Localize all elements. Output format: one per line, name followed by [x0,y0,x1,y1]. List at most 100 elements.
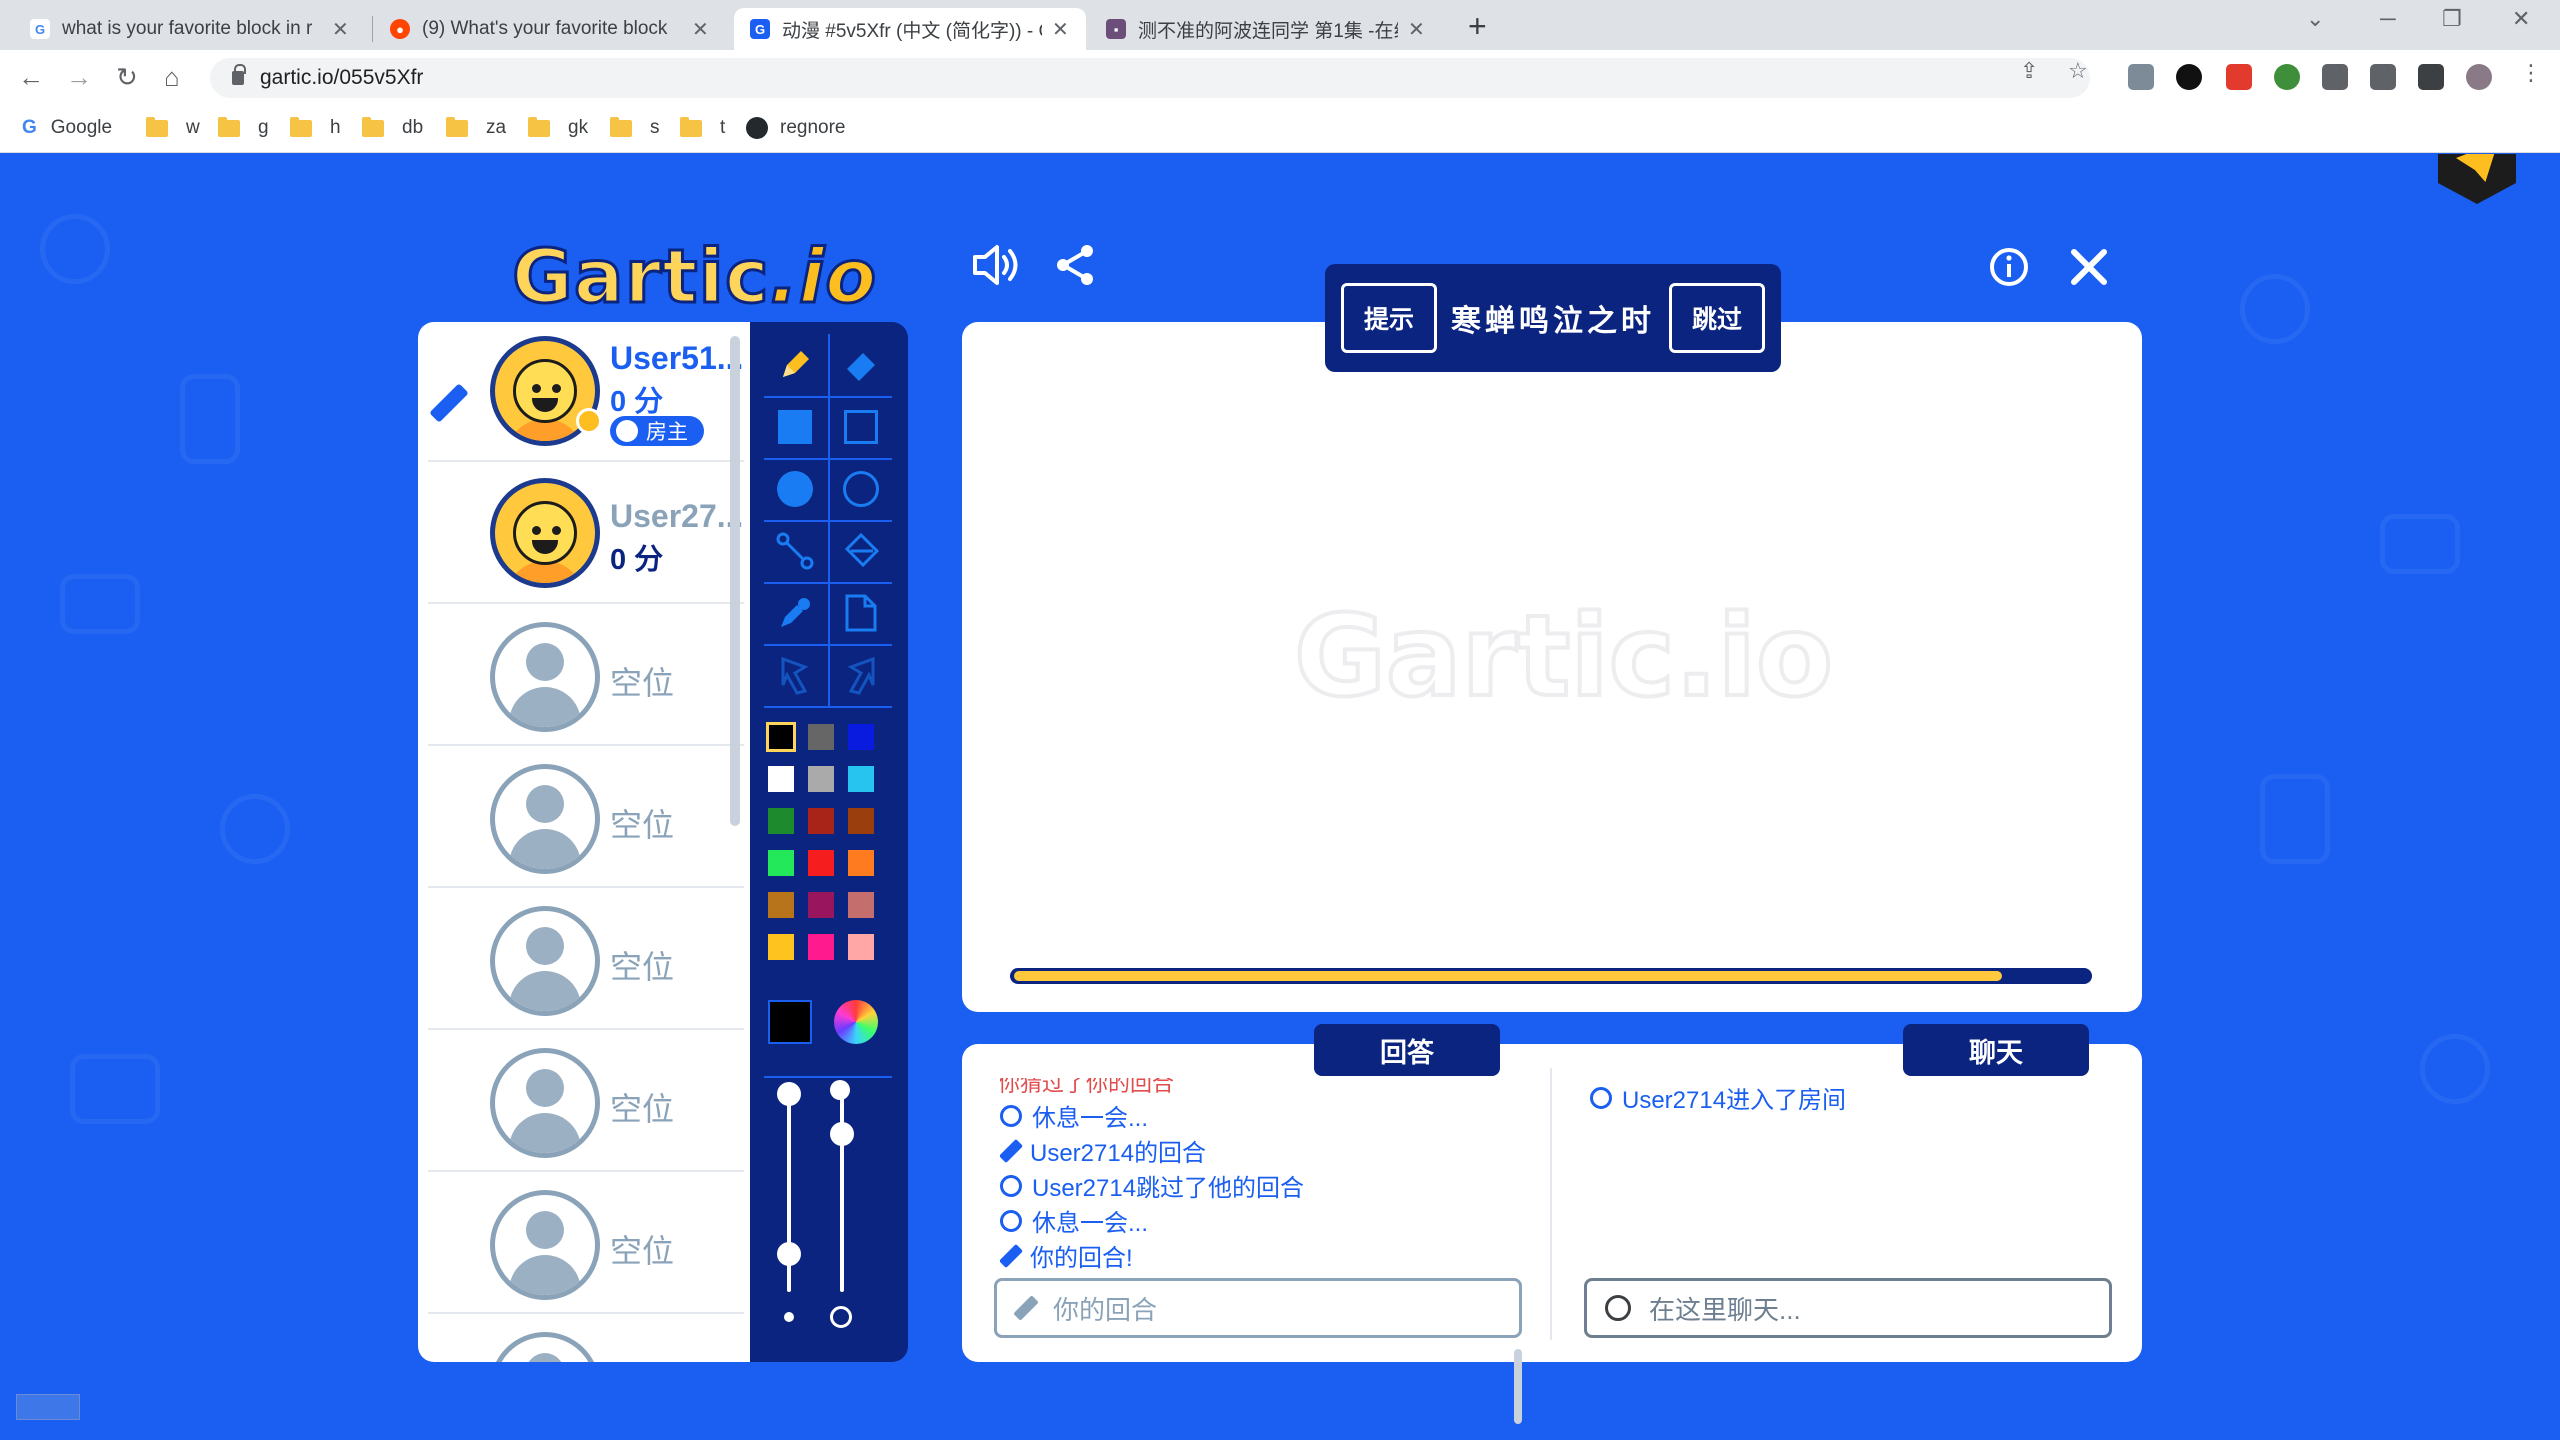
profile-avatar[interactable] [2466,64,2492,90]
player-row[interactable]: User51... 0 分 房主 [428,322,744,462]
color-wheel-icon[interactable] [834,1000,878,1044]
reload-icon[interactable]: ↻ [116,62,138,93]
answer-log-scrollbar[interactable] [1514,1349,1522,1424]
color-swatch[interactable] [806,890,836,920]
color-swatch[interactable] [766,890,796,920]
word-box: 提示 寒蝉鸣泣之时 跳过 [1325,264,1781,372]
bookmark-folder-t[interactable]: t [680,116,725,139]
game-area: Gartic.io User51... 0 分 房主 User27... 0 分 [0,154,2560,1440]
extensions-puzzle-icon[interactable] [2322,64,2348,90]
bookmark-folder-gk[interactable]: gk [528,116,588,139]
tab-title: what is your favorite block in r [62,18,313,39]
filled-circle-icon[interactable] [764,458,826,520]
eyedropper-icon[interactable] [764,582,826,644]
address-bar[interactable]: gartic.io/055v5Xfr [210,58,2090,98]
opacity-knob[interactable] [830,1122,854,1146]
bookmark-folder-w[interactable]: w [146,116,200,139]
circle-outline-icon[interactable] [830,458,892,520]
log-text: 你的回合! [1030,1245,1133,1272]
extension-icon[interactable] [2176,64,2202,90]
browser-tab-2[interactable]: ● (9) What's your favorite block ✕ [374,8,725,50]
fill-bucket-icon[interactable] [830,520,892,582]
skip-button[interactable]: 跳过 [1669,283,1765,353]
color-swatch[interactable] [846,848,876,878]
side-panel-icon[interactable] [2418,64,2444,90]
players-scrollbar[interactable] [730,336,740,826]
answer-input[interactable]: 你的回合 [994,1278,1522,1338]
pdf-extension-icon[interactable] [2226,64,2252,90]
brush-size-knob[interactable] [777,1242,801,1266]
reading-list-icon[interactable] [2370,64,2396,90]
extension-icon[interactable] [2274,64,2300,90]
bookmark-folder-db[interactable]: db [362,116,423,139]
new-tab-button[interactable]: + [1468,8,1487,45]
color-swatch[interactable] [766,764,796,794]
drawing-canvas[interactable]: Gartic.io [962,322,2142,1012]
color-swatch[interactable] [806,932,836,962]
browser-tab-3[interactable]: G 动漫 #5v5Xfr (中文 (简化字)) - G ✕ [734,8,1086,50]
chat-input[interactable]: 在这里聊天... [1584,1278,2112,1338]
back-icon[interactable]: ← [18,62,44,93]
rectangle-outline-icon[interactable] [830,396,892,458]
bookmark-folder-g[interactable]: g [218,116,269,139]
filled-rectangle-icon[interactable] [764,396,826,458]
bookmark-google[interactable]: G Google [22,117,112,139]
player-row[interactable]: User27... 0 分 [428,464,744,604]
forward-icon[interactable]: → [66,62,92,93]
new-page-icon[interactable] [830,582,892,644]
undo-icon[interactable] [764,644,826,706]
color-swatch[interactable] [806,764,836,794]
slider-knob[interactable] [830,1080,850,1100]
clock-icon [1000,1104,1022,1127]
close-tab-icon[interactable]: ✕ [692,17,709,42]
bookmark-folder-s[interactable]: s [610,116,660,139]
color-swatch[interactable] [846,890,876,920]
ad-controls[interactable] [16,1394,80,1420]
extension-bird-badge-icon[interactable] [2438,154,2516,204]
color-swatch[interactable] [766,722,796,752]
color-swatch[interactable] [846,764,876,794]
folder-icon [610,116,632,137]
close-tab-icon[interactable]: ✕ [332,17,349,42]
close-tab-icon[interactable]: ✕ [1408,17,1425,42]
lock-icon [232,64,246,85]
color-swatch[interactable] [846,806,876,836]
window-close-icon[interactable]: ✕ [2512,6,2530,32]
color-swatch[interactable] [846,932,876,962]
hint-button[interactable]: 提示 [1341,283,1437,353]
restore-icon[interactable]: ❐ [2442,6,2462,32]
info-icon[interactable] [1988,246,2030,288]
video-icon: ▪ [1106,19,1126,39]
minimize-icon[interactable]: ─ [2380,6,2396,32]
color-swatch[interactable] [766,932,796,962]
line-tool-icon[interactable] [764,520,826,582]
exit-close-icon[interactable] [2068,246,2110,288]
color-swatch[interactable] [806,722,836,752]
browser-tab-1[interactable]: G what is your favorite block in r ✕ [14,8,365,50]
menu-dots-icon[interactable]: ⋮ [2520,60,2542,86]
home-icon[interactable]: ⌂ [164,62,180,93]
color-swatch[interactable] [806,848,836,878]
sound-icon[interactable] [970,242,1022,288]
color-swatch[interactable] [766,848,796,878]
close-tab-icon[interactable]: ✕ [1052,17,1069,42]
redo-icon[interactable] [830,644,892,706]
color-swatch[interactable] [846,722,876,752]
color-swatch[interactable] [806,806,836,836]
bookmark-folder-za[interactable]: za [446,116,506,139]
status-dot [576,408,602,434]
bookmark-folder-h[interactable]: h [290,116,341,139]
tab-search-icon[interactable]: ⌄ [2306,6,2324,32]
bookmark-star-icon[interactable]: ☆ [2068,58,2088,84]
eraser-tool-icon[interactable] [830,334,892,396]
bookmark-regnore[interactable]: regnore [746,117,846,139]
color-swatch[interactable] [766,806,796,836]
slider-knob[interactable] [777,1082,801,1106]
player-score: 0 分 [610,386,664,418]
tab-title: (9) What's your favorite block [422,18,668,39]
extension-icon[interactable] [2128,64,2154,90]
share-icon[interactable] [1054,242,1098,288]
share-page-icon[interactable]: ⇪ [2020,58,2038,84]
browser-tab-4[interactable]: ▪ 测不准的阿波连同学 第1集 -在线 ✕ [1090,8,1441,50]
pencil-tool-icon[interactable] [764,334,826,396]
